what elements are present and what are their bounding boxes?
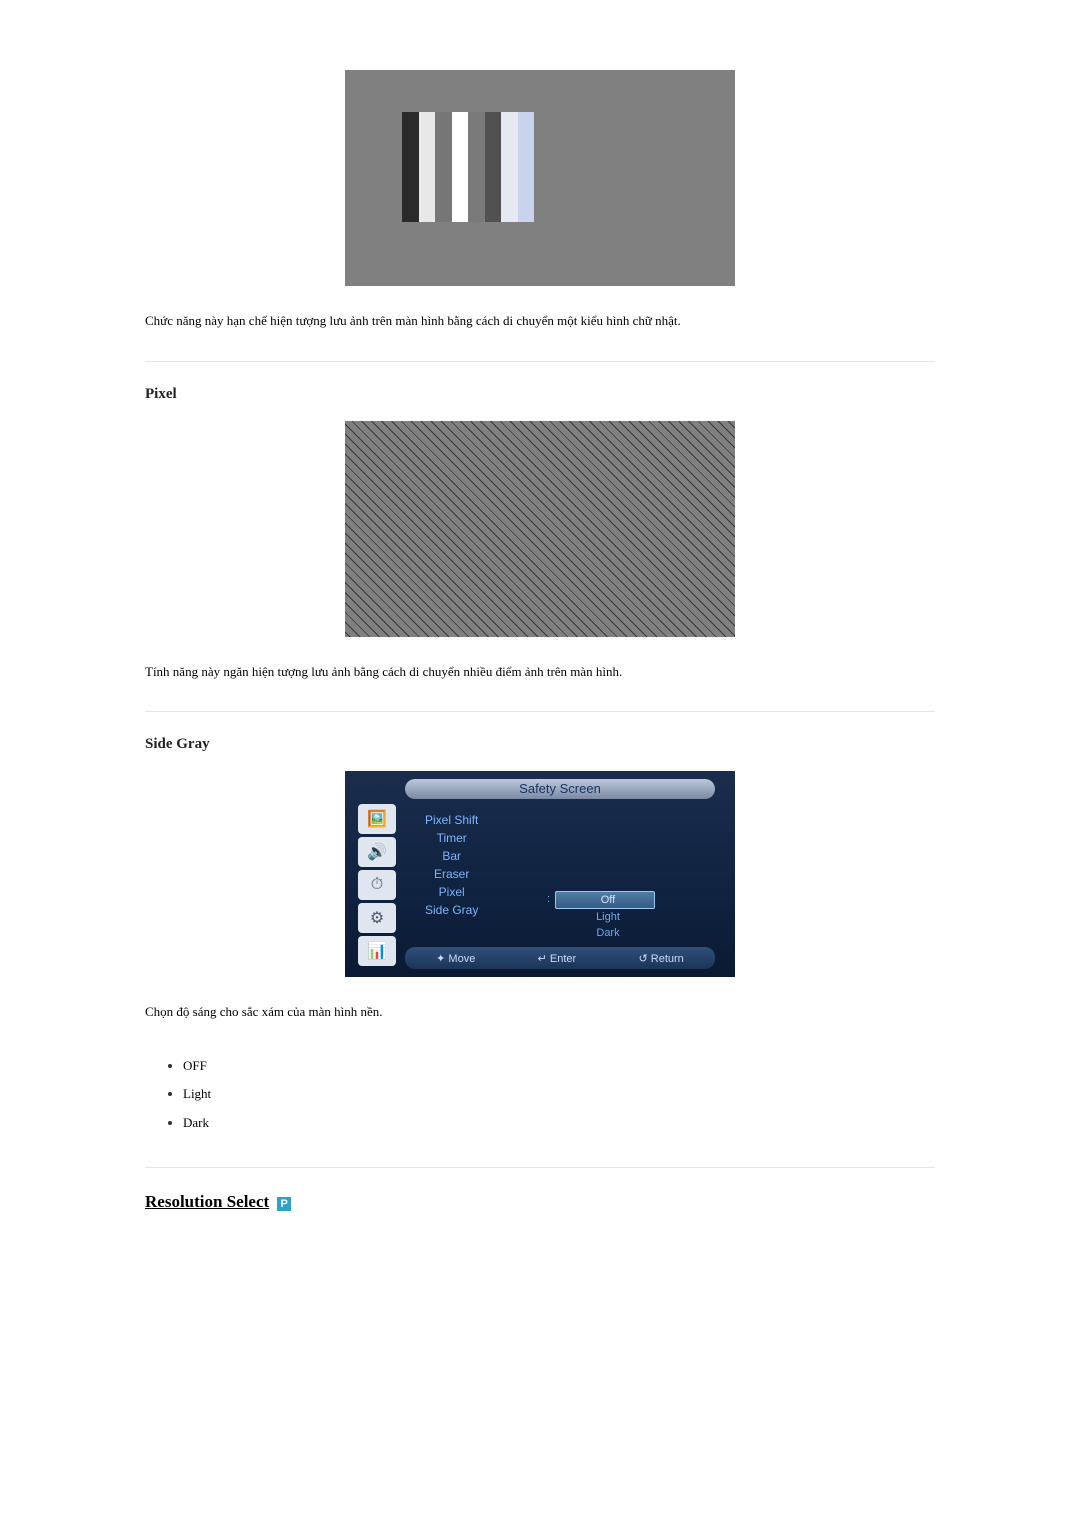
divider [145, 711, 935, 712]
osd-option-light: Light [555, 909, 655, 925]
bullet-light: Light [183, 1080, 935, 1109]
osd-title: Safety Screen [405, 779, 715, 799]
heading-side-gray: Side Gray [145, 736, 935, 753]
setup-icon: ⚙ [358, 903, 396, 933]
osd-footer-return: ↺ Return [639, 952, 684, 965]
osd-option-off: Off [555, 891, 655, 909]
divider [145, 361, 935, 362]
osd-footer-enter: ↵ Enter [538, 952, 577, 965]
bar-pattern-figure [145, 70, 935, 291]
osd-option-list: Off Light Dark [555, 891, 655, 941]
picture-icon: 🖼️ [358, 804, 396, 834]
heading-pixel: Pixel [145, 386, 935, 403]
osd-footer: ✦ Move ↵ Enter ↺ Return [405, 947, 715, 969]
resolution-select-link[interactable]: Resolution Select [145, 1192, 269, 1211]
timer-icon: ⏱ [358, 870, 396, 900]
sound-icon: 🔊 [358, 837, 396, 867]
osd-menu-list: Pixel Shift Timer Bar Eraser Pixel Side … [425, 811, 478, 919]
osd-menu-item: Eraser [425, 865, 478, 883]
multi-icon: 📊 [358, 936, 396, 966]
bullet-dark: Dark [183, 1109, 935, 1138]
p-badge-icon: P [277, 1197, 291, 1211]
osd-screenshot: Safety Screen 🖼️ 🔊 ⏱ ⚙ 📊 Pixel Shift Tim… [345, 771, 735, 977]
section3-caption: Chọn độ sáng cho sắc xám của màn hình nề… [145, 1002, 935, 1022]
section2-caption: Tính năng này ngăn hiện tượng lưu ảnh bằ… [145, 662, 935, 682]
osd-menu-item: Bar [425, 847, 478, 865]
side-gray-bullets: OFF Light Dark [145, 1052, 935, 1138]
bar-pattern-image [345, 70, 735, 286]
osd-menu-item: Timer [425, 829, 478, 847]
pixel-pattern-figure [145, 421, 935, 642]
osd-icon-column: 🖼️ 🔊 ⏱ ⚙ 📊 [355, 801, 399, 969]
osd-menu-item: Pixel [425, 883, 478, 901]
section1-caption: Chức năng này hạn chế hiện tượng lưu ảnh… [145, 311, 935, 331]
osd-colon: : [547, 893, 550, 905]
divider [145, 1167, 935, 1168]
osd-option-dark: Dark [555, 925, 655, 941]
osd-menu-item: Side Gray [425, 901, 478, 919]
bullet-off: OFF [183, 1052, 935, 1081]
osd-menu-item: Pixel Shift [425, 811, 478, 829]
pixel-pattern-image [345, 421, 735, 637]
osd-footer-move: ✦ Move [436, 952, 475, 965]
